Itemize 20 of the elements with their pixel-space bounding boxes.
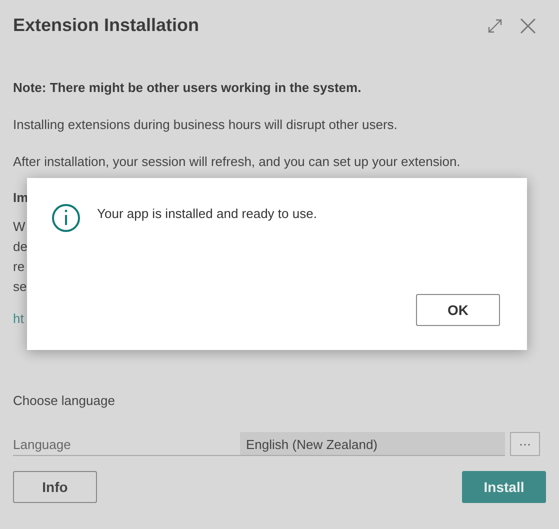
paragraph-line: se [13, 278, 27, 296]
expand-icon[interactable] [487, 18, 503, 34]
ok-button[interactable]: OK [416, 294, 500, 326]
install-button[interactable]: Install [462, 471, 546, 503]
paragraph-line: re [13, 258, 25, 276]
field-label: Language [13, 436, 240, 456]
lookup-button[interactable]: ··· [510, 432, 540, 456]
language-field[interactable]: English (New Zealand) [240, 432, 505, 456]
paragraph-line: de [13, 238, 28, 256]
window-title: Extension Installation [13, 14, 200, 37]
dialog-message: Your app is installed and ready to use. [97, 205, 317, 223]
paragraph-line: W [13, 218, 26, 236]
close-icon[interactable] [519, 16, 537, 34]
section-heading: Im [13, 189, 28, 207]
section-heading: Choose language [13, 392, 115, 410]
info-icon [51, 203, 81, 233]
info-button[interactable]: Info [13, 471, 97, 503]
paragraph: Installing extensions during business hours will disrupt other users. [13, 116, 398, 134]
paragraph: After installation, your session will refresh, and you can set up your extension. [13, 153, 462, 171]
note-text: Note: There might be other users working in the system. [13, 79, 362, 97]
